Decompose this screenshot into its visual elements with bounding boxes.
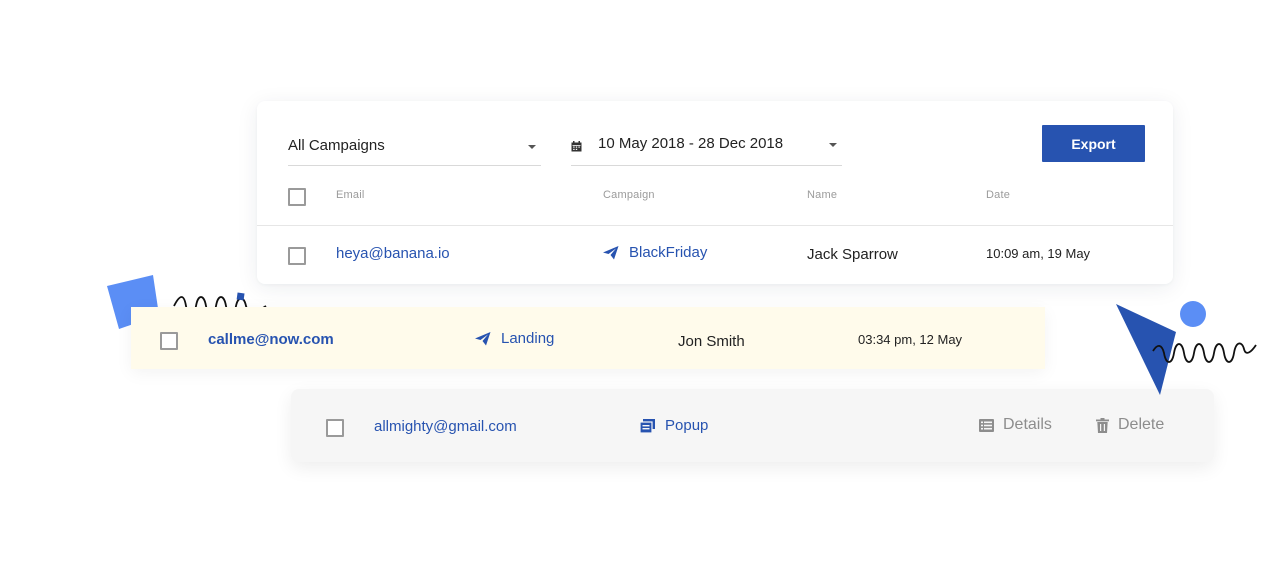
table-row[interactable]: heya@banana.io BlackFriday Jack Sparrow … [257, 226, 1173, 284]
decorative-small-square [236, 292, 245, 301]
row-date: 03:34 pm, 12 May [858, 332, 963, 347]
table-row-highlighted[interactable]: callme@now.com Landing Jon Smith 03:34 p… [131, 307, 1045, 369]
campaign-select[interactable]: All Campaigns [288, 128, 541, 166]
decorative-squiggle-right [1152, 342, 1257, 363]
row-name: Jack Sparrow [807, 246, 898, 263]
popup-icon [640, 418, 655, 433]
column-header-name[interactable]: Name [807, 189, 837, 201]
delete-button[interactable]: Delete [1096, 416, 1164, 434]
row-name: Jon Smith [678, 333, 745, 350]
row-checkbox[interactable] [326, 419, 344, 437]
row-email[interactable]: allmighty@gmail.com [374, 418, 517, 435]
chevron-down-icon [528, 145, 536, 149]
paper-plane-icon [475, 331, 491, 345]
row-campaign-label: Popup [665, 417, 709, 434]
calendar-icon [571, 141, 582, 152]
date-range-picker[interactable]: 10 May 2018 - 28 Dec 2018 [571, 128, 842, 166]
row-campaign[interactable]: Landing [475, 330, 554, 347]
campaign-select-value: All Campaigns [288, 137, 385, 154]
row-date: 10:09 am, 19 May [986, 246, 1091, 261]
column-header-campaign[interactable]: Campaign [603, 189, 655, 201]
export-button[interactable]: Export [1042, 125, 1145, 162]
table-header: Email Campaign Name Date [257, 176, 1173, 226]
date-range-value: 10 May 2018 - 28 Dec 2018 [598, 135, 784, 152]
column-header-email[interactable]: Email [336, 189, 365, 201]
delete-label: Delete [1118, 416, 1165, 433]
details-list-icon [979, 418, 994, 432]
row-campaign-label: Landing [501, 330, 555, 347]
select-all-checkbox[interactable] [288, 188, 306, 206]
table-row-hovered[interactable]: allmighty@gmail.com Popup Details Delete [291, 389, 1214, 462]
row-checkbox[interactable] [160, 332, 178, 350]
details-button[interactable]: Details [979, 416, 1052, 434]
row-email[interactable]: callme@now.com [208, 331, 334, 348]
row-checkbox[interactable] [288, 247, 306, 265]
row-email[interactable]: heya@banana.io [336, 245, 450, 262]
chevron-down-icon [829, 143, 837, 147]
paper-plane-icon [603, 245, 619, 259]
leads-table-card: All Campaigns 10 May 2018 - 28 Dec 2018 … [257, 101, 1173, 284]
details-label: Details [1003, 416, 1052, 433]
row-campaign-label: BlackFriday [629, 244, 708, 261]
row-campaign[interactable]: BlackFriday [603, 244, 707, 261]
trash-icon [1096, 417, 1109, 433]
decorative-circle [1180, 301, 1206, 327]
column-header-date[interactable]: Date [986, 189, 1010, 201]
row-campaign[interactable]: Popup [640, 417, 708, 434]
